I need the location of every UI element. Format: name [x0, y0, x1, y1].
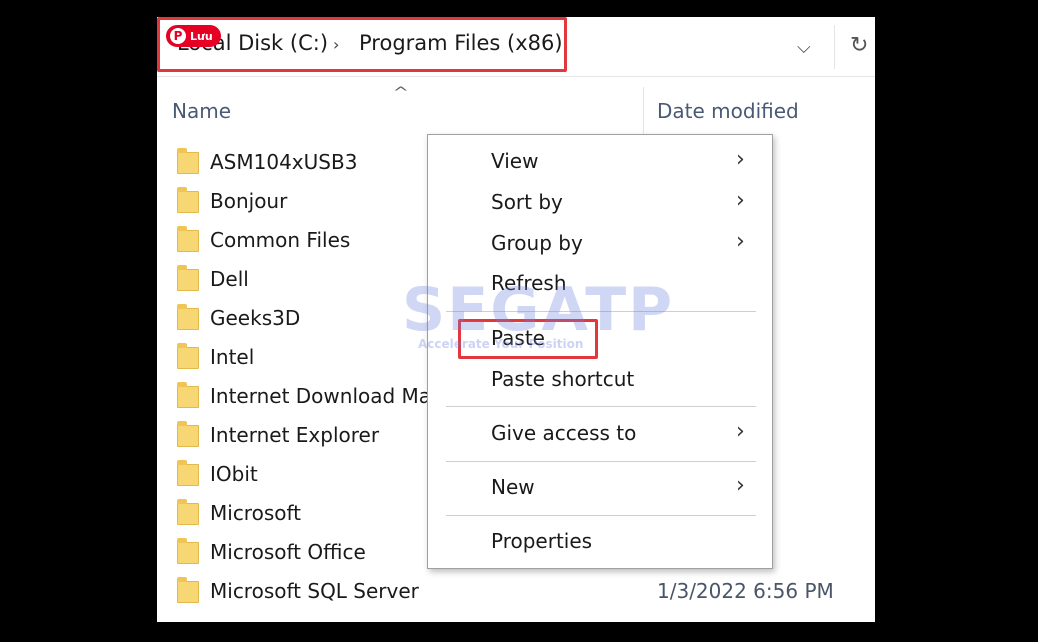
- folder-icon: [177, 304, 199, 330]
- column-header-name[interactable]: Name: [172, 99, 231, 123]
- menu-item-label: Group by: [491, 231, 583, 255]
- file-date-modified: 1/3/2022 6:56 PM: [657, 579, 834, 603]
- breadcrumb-highlight-box: [157, 17, 567, 72]
- file-name: Common Files: [210, 228, 351, 252]
- menu-item-label: New: [491, 475, 535, 499]
- menu-separator: [446, 461, 756, 462]
- pinterest-save-label: Lưu: [190, 29, 213, 43]
- address-bar-border: [157, 76, 875, 77]
- file-name: Microsoft: [210, 501, 302, 525]
- folder-icon: [177, 343, 199, 369]
- menu-item-view[interactable]: View ›: [428, 143, 772, 181]
- menu-item-label: Refresh: [491, 271, 567, 295]
- folder-icon: [177, 382, 199, 408]
- menu-item-label: View: [491, 149, 539, 173]
- menu-separator: [446, 311, 756, 312]
- file-name: IObit: [210, 462, 258, 486]
- address-bar[interactable]: Local Disk (C:) › Program Files (x86) P …: [157, 17, 875, 77]
- chevron-right-icon: ›: [736, 188, 745, 213]
- folder-icon: [177, 187, 199, 213]
- file-name: Internet Explorer: [210, 423, 380, 447]
- folder-icon: [177, 265, 199, 291]
- chevron-right-icon: ›: [736, 419, 745, 444]
- pinterest-icon: P: [170, 28, 186, 44]
- chevron-right-icon: ›: [736, 147, 745, 172]
- chevron-right-icon: ›: [736, 229, 745, 254]
- file-name: Dell: [210, 267, 249, 291]
- folder-icon: [177, 421, 199, 447]
- address-divider: [834, 25, 835, 69]
- refresh-icon[interactable]: ↻: [850, 33, 868, 58]
- explorer-window: Local Disk (C:) › Program Files (x86) P …: [157, 17, 875, 622]
- file-name: ASM104xUSB3: [210, 150, 358, 174]
- folder-icon: [177, 226, 199, 252]
- pinterest-save-button[interactable]: P Lưu: [166, 25, 221, 47]
- menu-item-label: Properties: [491, 529, 593, 553]
- file-name: Bonjour: [210, 189, 288, 213]
- file-name: Geeks3D: [210, 306, 301, 330]
- folder-icon: [177, 148, 199, 174]
- file-name: Internet Download Ma: [210, 384, 432, 408]
- menu-item-give-access-to[interactable]: Give access to ›: [428, 415, 772, 453]
- file-name: Intel: [210, 345, 255, 369]
- chevron-right-icon: ›: [736, 473, 745, 498]
- menu-item-label: Sort by: [491, 190, 563, 214]
- column-header: ^ Name Date modified: [157, 79, 875, 141]
- file-row[interactable]: Microsoft SQL Server 1/3/2022 6:56 PM: [157, 572, 875, 611]
- paste-highlight-box: [458, 319, 598, 359]
- menu-separator: [446, 406, 756, 407]
- menu-item-label: Give access to: [491, 421, 637, 445]
- column-header-date-modified[interactable]: Date modified: [657, 99, 799, 123]
- menu-item-paste-shortcut[interactable]: Paste shortcut: [428, 361, 772, 399]
- folder-icon: [177, 577, 199, 603]
- sort-ascending-icon: ^: [392, 85, 410, 101]
- folder-icon: [177, 460, 199, 486]
- menu-item-new[interactable]: New ›: [428, 469, 772, 507]
- menu-item-group-by[interactable]: Group by ›: [428, 225, 772, 263]
- context-menu: View › Sort by › Group by › Refresh Past…: [427, 134, 773, 569]
- folder-icon: [177, 538, 199, 564]
- file-name: Microsoft SQL Server: [210, 579, 419, 603]
- menu-item-refresh[interactable]: Refresh: [428, 265, 772, 303]
- menu-separator: [446, 515, 756, 516]
- menu-item-sort-by[interactable]: Sort by ›: [428, 184, 772, 222]
- folder-icon: [177, 499, 199, 525]
- menu-item-label: Paste shortcut: [491, 367, 635, 391]
- file-name: Microsoft Office: [210, 540, 366, 564]
- menu-item-properties[interactable]: Properties: [428, 523, 772, 561]
- column-separator[interactable]: [643, 87, 644, 135]
- chevron-down-icon[interactable]: ⌵: [797, 37, 811, 58]
